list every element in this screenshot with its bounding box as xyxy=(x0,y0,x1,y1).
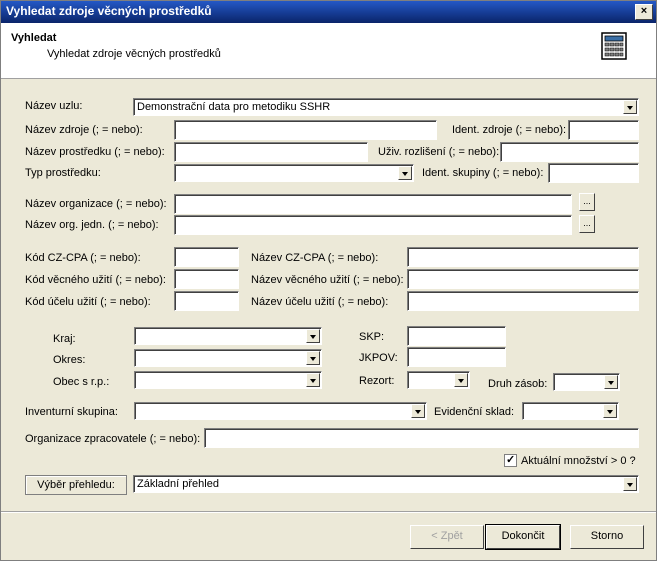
kod-ucelu-uziti-input[interactable] xyxy=(174,291,239,311)
uziv-rozliseni-input[interactable] xyxy=(500,142,639,162)
nazev-ucelu-uziti-label: Název účelu užití (; = nebo): xyxy=(251,296,389,308)
chevron-down-icon[interactable] xyxy=(411,404,425,418)
header-panel: Vyhledat Vyhledat zdroje věcných prostře… xyxy=(1,23,656,79)
chevron-down-icon[interactable] xyxy=(398,166,412,180)
chevron-down-icon[interactable] xyxy=(306,329,320,343)
dialog-window: Vyhledat zdroje věcných prostředků × Vyh… xyxy=(0,0,657,561)
rezort-select[interactable] xyxy=(407,371,470,389)
chevron-down-icon[interactable] xyxy=(604,375,618,389)
kod-cz-cpa-input[interactable] xyxy=(174,247,239,267)
okres-label: Okres: xyxy=(53,354,86,366)
kod-ucelu-uziti-label: Kód účelu užití (; = nebo): xyxy=(25,296,151,308)
organizace-zpracovatele-input[interactable] xyxy=(204,428,639,448)
chevron-down-icon[interactable] xyxy=(306,373,320,387)
nazev-organizace-browse-button[interactable]: ... xyxy=(579,193,595,211)
druh-zasob-select[interactable] xyxy=(553,373,620,391)
window-title: Vyhledat zdroje věcných prostředků xyxy=(6,4,212,18)
chevron-down-icon[interactable] xyxy=(306,351,320,365)
nazev-prostredku-input[interactable] xyxy=(174,142,368,162)
ident-skupiny-label: Ident. skupiny (; = nebo): xyxy=(422,167,544,179)
kod-cz-cpa-label: Kód CZ-CPA (; = nebo): xyxy=(25,252,141,264)
nazev-org-jedn-browse-button[interactable]: ... xyxy=(579,215,595,233)
typ-prostredku-select[interactable] xyxy=(174,164,414,182)
chevron-down-icon[interactable] xyxy=(454,373,468,387)
nazev-organizace-input[interactable] xyxy=(174,194,572,214)
nazev-ucelu-uziti-input[interactable] xyxy=(407,291,639,311)
nazev-uzlu-select[interactable]: Demonstrační data pro metodiku SSHR xyxy=(133,98,639,116)
typ-prostredku-label: Typ prostředku: xyxy=(25,167,101,179)
aktualni-mnozstvi-label: Aktuální množství > 0 ? xyxy=(521,455,636,467)
nazev-uzlu-label: Název uzlu: xyxy=(25,100,83,112)
evidencni-sklad-select[interactable] xyxy=(522,402,619,420)
nazev-uzlu-value: Demonstrační data pro metodiku SSHR xyxy=(137,101,331,113)
kraj-label: Kraj: xyxy=(53,333,76,345)
close-button[interactable]: × xyxy=(635,4,653,20)
nazev-zdroje-label: Název zdroje (; = nebo): xyxy=(25,124,143,136)
uziv-rozliseni-label: Uživ. rozlišení (; = nebo): xyxy=(378,146,500,158)
chevron-down-icon[interactable] xyxy=(603,404,617,418)
inventurni-skupina-select[interactable] xyxy=(134,402,427,420)
aktualni-mnozstvi-checkbox[interactable] xyxy=(504,453,517,467)
vyber-prehledu-label: Výběr přehledu: xyxy=(25,475,127,495)
header-title: Vyhledat xyxy=(11,32,57,44)
obec-label: Obec s r.p.: xyxy=(53,376,110,388)
nazev-org-jedn-input[interactable] xyxy=(174,215,572,235)
rezort-label: Rezort: xyxy=(359,375,395,387)
title-bar[interactable]: Vyhledat zdroje věcných prostředků × xyxy=(1,1,656,23)
kraj-select[interactable] xyxy=(134,327,322,345)
nazev-zdroje-input[interactable] xyxy=(174,120,437,140)
nazev-org-jedn-label: Název org. jedn. (; = nebo): xyxy=(25,219,159,231)
nazev-organizace-label: Název organizace (; = nebo): xyxy=(25,198,167,210)
finish-button[interactable]: Dokončit xyxy=(485,524,561,550)
jkpov-input[interactable] xyxy=(407,347,506,367)
chevron-down-icon[interactable] xyxy=(623,477,637,491)
skp-input[interactable] xyxy=(407,326,506,346)
inventurni-skupina-label: Inventurní skupina: xyxy=(25,406,118,418)
ident-zdroje-input[interactable] xyxy=(568,120,639,140)
ident-skupiny-input[interactable] xyxy=(548,163,639,183)
nazev-prostredku-label: Název prostředku (; = nebo): xyxy=(25,146,165,158)
back-button[interactable]: < Zpět xyxy=(410,525,484,549)
nazev-vecneho-uziti-input[interactable] xyxy=(407,269,639,289)
kod-vecneho-uziti-label: Kód věcného užití (; = nebo): xyxy=(25,274,166,286)
jkpov-label: JKPOV: xyxy=(359,352,398,364)
cancel-button[interactable]: Storno xyxy=(570,525,644,549)
header-subtitle: Vyhledat zdroje věcných prostředků xyxy=(47,48,221,60)
chevron-down-icon[interactable] xyxy=(623,100,637,114)
obec-select[interactable] xyxy=(134,371,322,389)
nazev-cz-cpa-label: Název CZ-CPA (; = nebo): xyxy=(251,252,379,264)
bottom-divider xyxy=(1,511,656,513)
druh-zasob-label: Druh zásob: xyxy=(488,378,548,390)
ident-zdroje-label: Ident. zdroje (; = nebo): xyxy=(452,124,567,136)
vyber-prehledu-select[interactable]: Základní přehled xyxy=(133,475,639,493)
skp-label: SKP: xyxy=(359,331,385,343)
evidencni-sklad-label: Evidenční sklad: xyxy=(434,406,515,418)
kod-vecneho-uziti-input[interactable] xyxy=(174,269,239,289)
organizace-zpracovatele-label: Organizace zpracovatele (; = nebo): xyxy=(25,433,201,445)
calculator-icon xyxy=(601,32,627,60)
nazev-cz-cpa-input[interactable] xyxy=(407,247,639,267)
vyber-prehledu-value: Základní přehled xyxy=(137,478,219,490)
okres-select[interactable] xyxy=(134,349,322,367)
nazev-vecneho-uziti-label: Název věcného užití (; = nebo): xyxy=(251,274,404,286)
